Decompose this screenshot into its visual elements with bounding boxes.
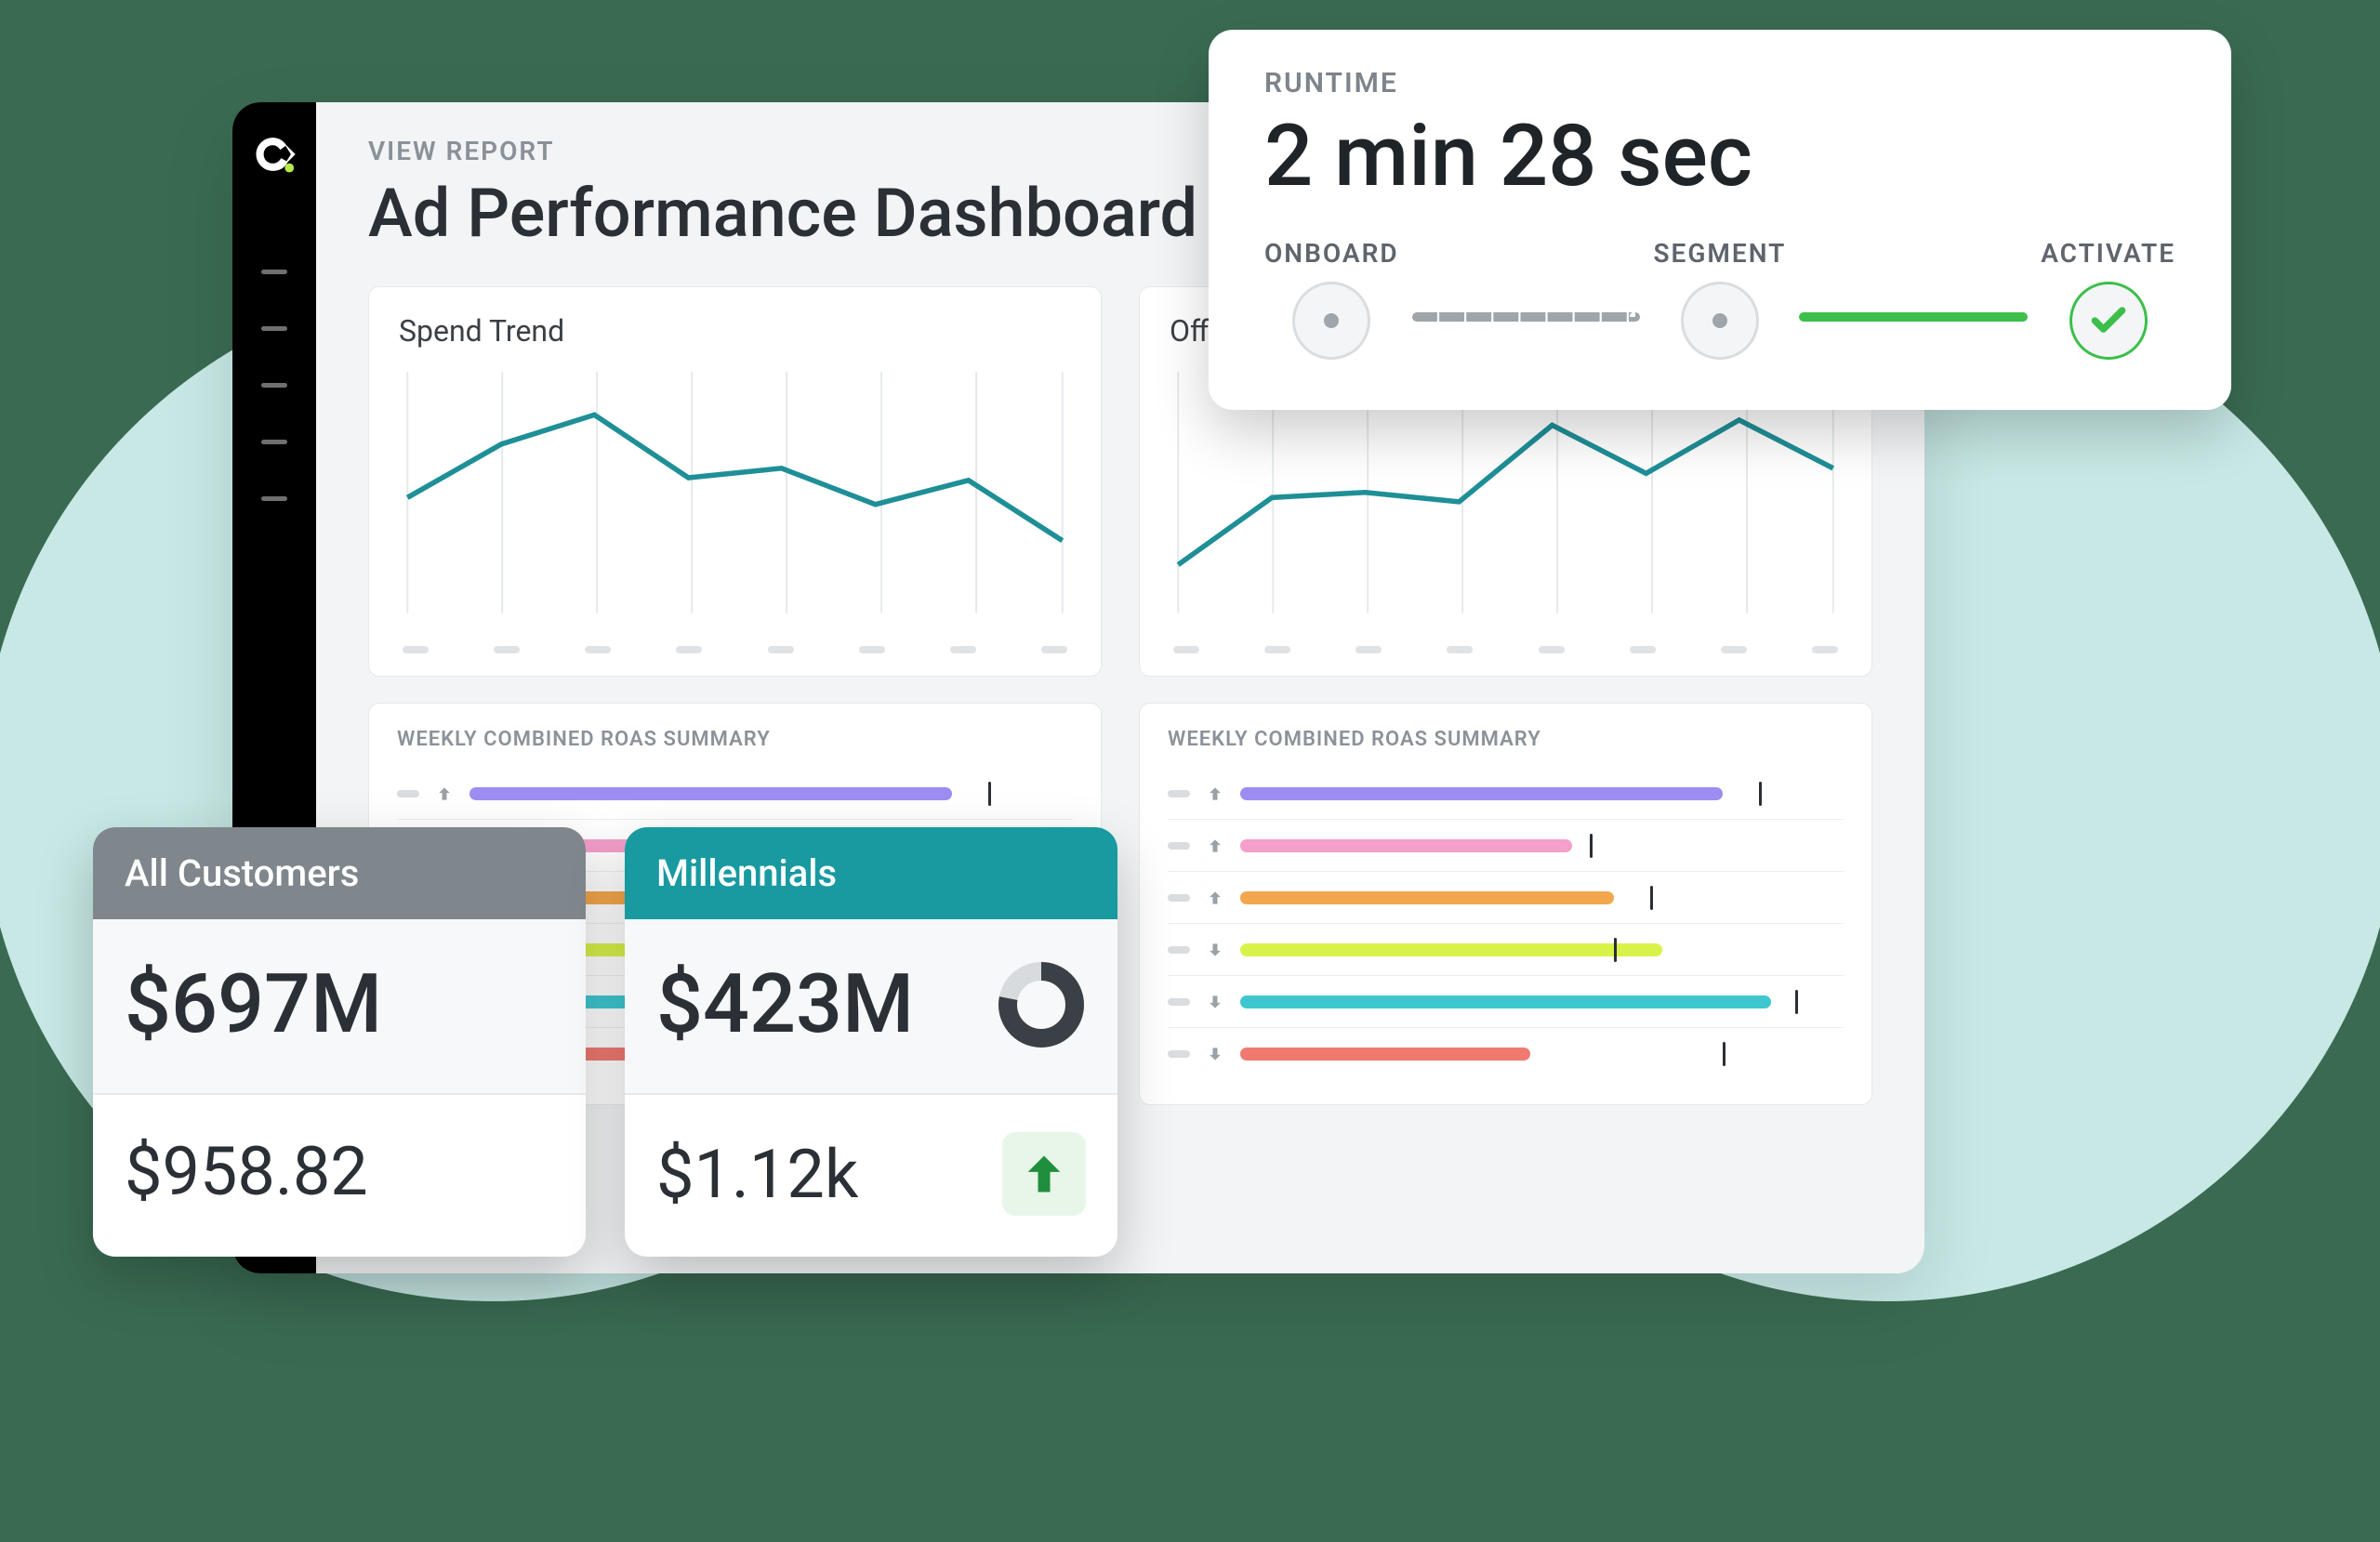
row-lead — [1168, 946, 1190, 954]
stat-card-secondary-value: $958.82 — [93, 1095, 586, 1252]
logo-icon[interactable] — [250, 130, 298, 178]
table-row — [1168, 820, 1844, 872]
runtime-stepper: ONBOARD SEGMENT ACTIVATE — [1264, 238, 2175, 360]
line-chart-svg — [399, 362, 1071, 640]
chart-ticks — [399, 646, 1071, 653]
bar-track — [1240, 891, 1844, 904]
step-label: ACTIVATE — [2041, 238, 2175, 269]
arrow-up-icon — [1205, 836, 1225, 856]
step-segment: SEGMENT — [1653, 238, 1786, 360]
row-lead — [1168, 790, 1190, 797]
bar-track — [1240, 1048, 1844, 1061]
donut-progress-icon — [997, 960, 1086, 1049]
table-row — [1168, 1028, 1844, 1080]
chart-title: Spend Trend — [399, 313, 1071, 349]
step-label: SEGMENT — [1653, 238, 1786, 269]
row-lead — [1168, 842, 1190, 850]
step-dot-icon — [1681, 282, 1759, 360]
bar-track — [1240, 995, 1844, 1008]
arrow-down-icon — [1205, 1044, 1225, 1064]
step-activate: ACTIVATE — [2041, 238, 2175, 360]
sidebar-item[interactable] — [261, 270, 287, 274]
stat-card-millennials[interactable]: Millennials $423M $1.12k — [625, 827, 1117, 1257]
arrow-up-icon — [1205, 784, 1225, 804]
sidebar-item[interactable] — [261, 326, 287, 331]
runtime-value: 2 min 28 sec — [1264, 107, 2175, 206]
row-lead — [1168, 998, 1190, 1006]
stat-card-header: All Customers — [93, 827, 586, 919]
sidebar-item[interactable] — [261, 383, 287, 388]
arrow-down-icon — [1205, 992, 1225, 1012]
arrow-down-icon — [1205, 940, 1225, 960]
step-dot-icon — [1292, 282, 1370, 360]
step-check-icon — [2069, 282, 2148, 360]
step-label: ONBOARD — [1264, 238, 1399, 269]
bar-track — [1240, 943, 1844, 956]
stat-card-all-customers[interactable]: All Customers $697M $958.82 — [93, 827, 586, 1257]
stat-card-header: Millennials — [625, 827, 1117, 919]
trend-up-icon — [1002, 1132, 1086, 1216]
stat-card-primary-value: $697M — [93, 919, 586, 1095]
runtime-eyebrow: RUNTIME — [1264, 67, 2175, 99]
bar-track — [469, 787, 1073, 800]
bar-track — [1240, 839, 1844, 852]
row-lead — [1168, 1050, 1190, 1058]
arrow-up-icon — [1205, 888, 1225, 908]
table-row — [1168, 872, 1844, 924]
table-row — [1168, 924, 1844, 976]
step-connector-dashed — [1412, 312, 1641, 322]
row-lead — [397, 790, 419, 797]
step-onboard: ONBOARD — [1264, 238, 1399, 360]
bar-track — [1240, 787, 1844, 800]
stat-card-primary-value: $423M — [625, 919, 1117, 1095]
table-caption: WEEKLY COMBINED ROAS SUMMARY — [397, 728, 1073, 751]
table-row — [1168, 976, 1844, 1028]
stat-card-secondary-value: $1.12k — [625, 1095, 1117, 1257]
table-row — [397, 768, 1073, 820]
step-connector-solid — [1799, 312, 2028, 322]
chart-ticks — [1170, 646, 1842, 653]
roas-summary-right: WEEKLY COMBINED ROAS SUMMARY — [1139, 703, 1872, 1105]
chart-spend-trend: Spend Trend — [368, 286, 1102, 677]
arrow-up-icon — [434, 784, 455, 804]
table-caption: WEEKLY COMBINED ROAS SUMMARY — [1168, 728, 1844, 751]
row-lead — [1168, 894, 1190, 902]
runtime-card: RUNTIME 2 min 28 sec ONBOARD SEGMENT ACT… — [1209, 30, 2231, 410]
sidebar-item[interactable] — [261, 496, 287, 501]
table-row — [1168, 768, 1844, 820]
sidebar-item[interactable] — [261, 440, 287, 444]
